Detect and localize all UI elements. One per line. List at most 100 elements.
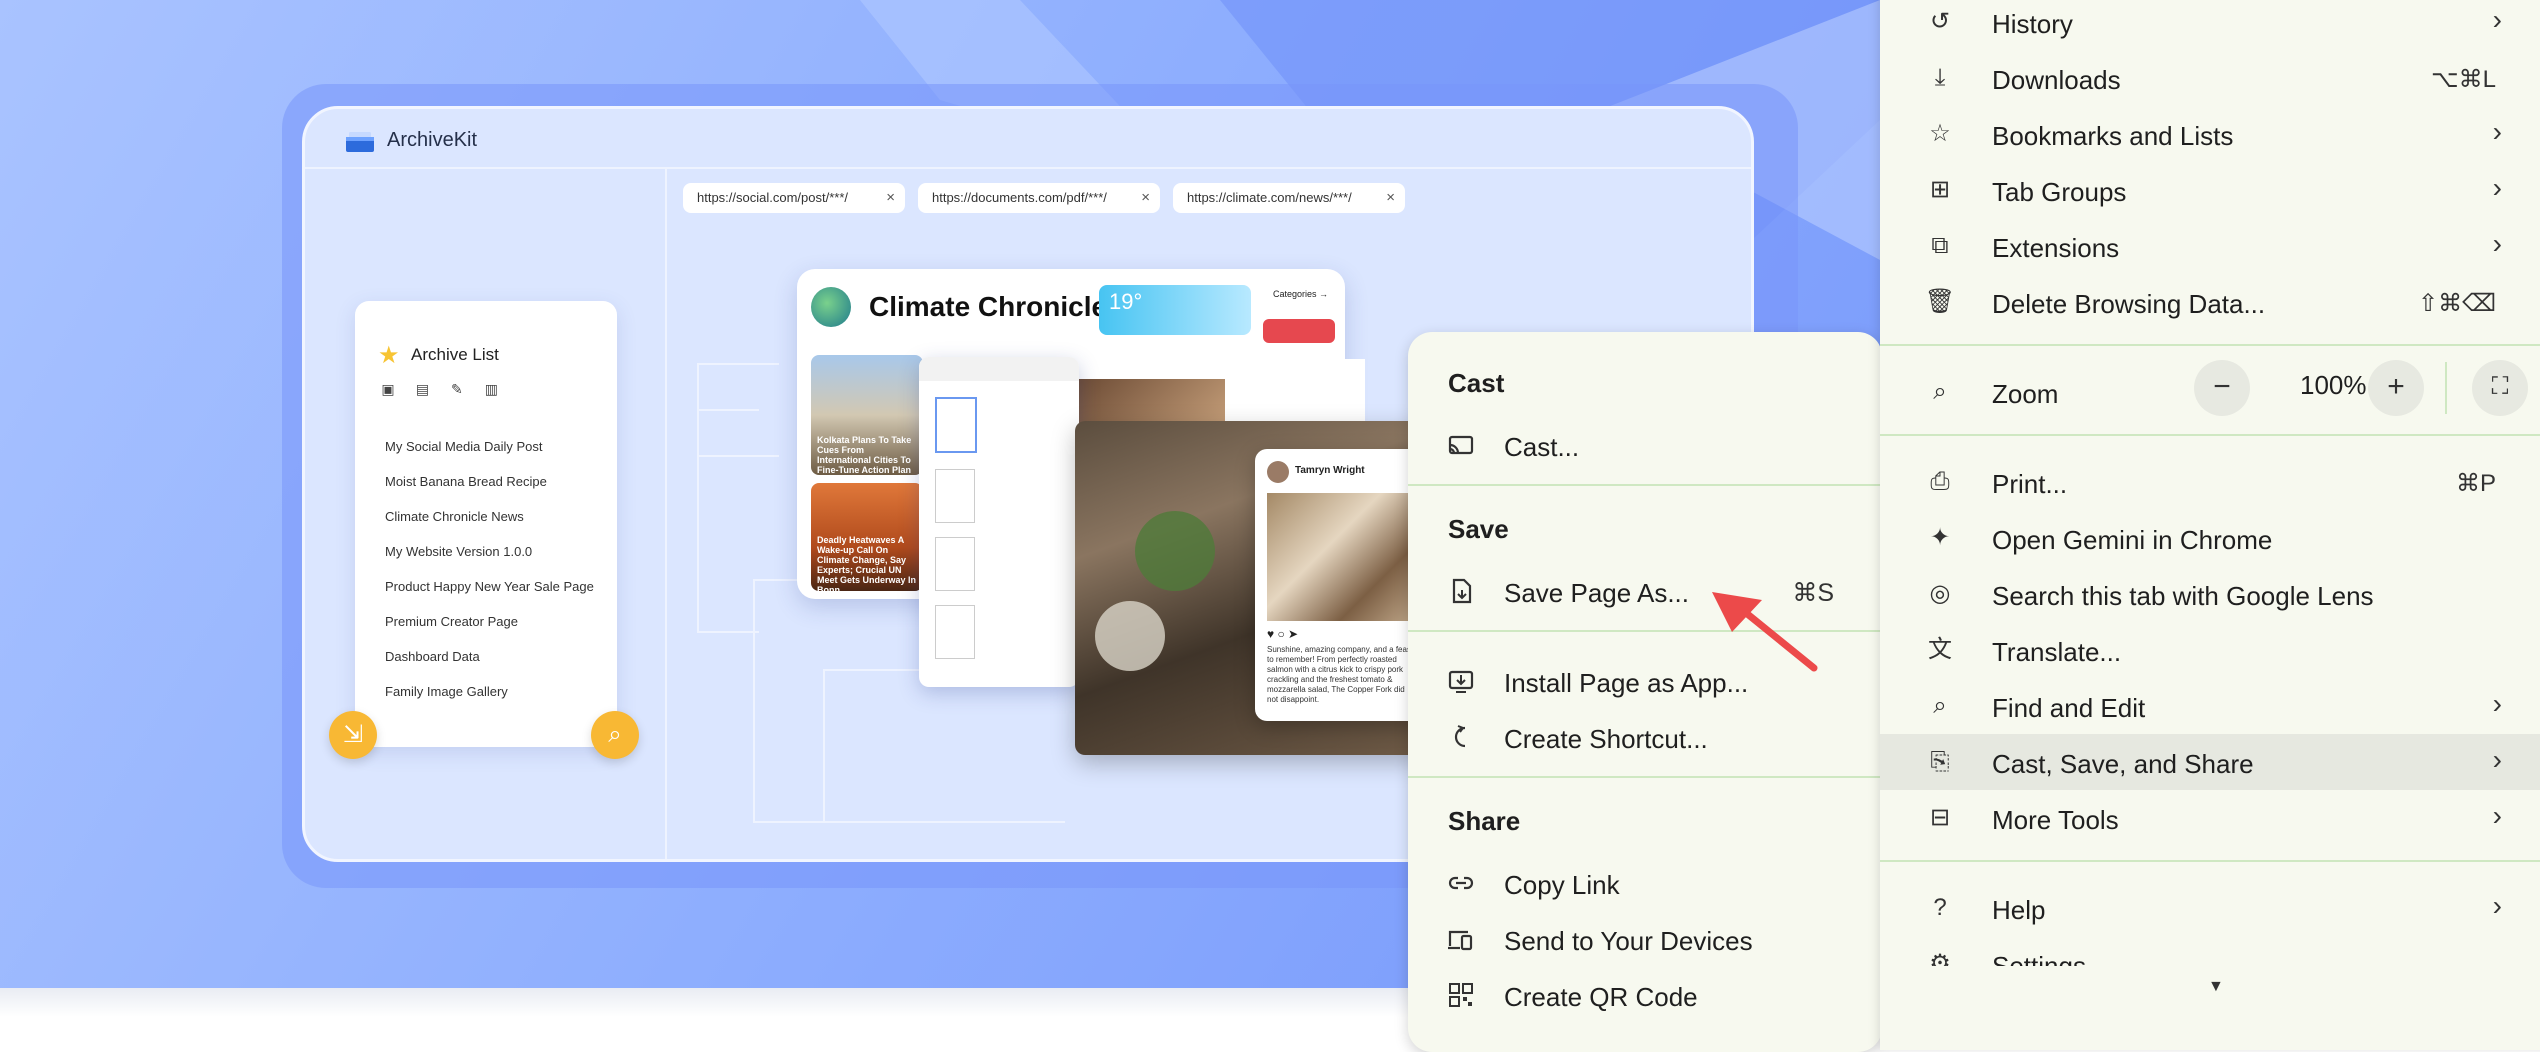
list-item[interactable]: Climate Chronicle News [385,499,594,534]
news-caption: Kolkata Plans To Take Cues From Internat… [817,435,912,485]
menu-item-more-tools[interactable]: ⊟ More Tools › [1880,790,2540,846]
create-shortcut-menu-item[interactable]: Create Shortcut... [1408,710,1882,766]
menu-item-cast-save-share[interactable]: ⎘ Cast, Save, and Share › [1880,734,2540,790]
fullscreen-icon[interactable]: ⛶ [2472,360,2528,416]
post-actions[interactable]: ♥ ○ ➤ [1267,627,1298,641]
pdf-preview [919,357,1079,687]
search-icon[interactable]: ⌕ [591,711,639,759]
list-item[interactable]: Moist Banana Bread Recipe [385,464,594,499]
pdf-thumbnail [935,537,975,591]
help-icon: ? [1933,894,1947,921]
pdf-tab [919,357,1079,381]
create-shortcut-label: Create Shortcut... [1504,724,1708,754]
list-item[interactable]: My Social Media Daily Post [385,429,594,464]
copy-link-label: Copy Link [1504,870,1620,900]
scroll-down-arrow-icon[interactable]: ▼ [2208,978,2224,996]
chevron-right-icon: › [2492,116,2502,147]
pdf-thumbnail [935,469,975,523]
translate-label: Translate... [1992,637,2122,667]
list-item[interactable]: Premium Creator Page [385,604,594,639]
divider [1408,484,1882,486]
news-caption: Deadly Heatwaves A Wake-up Call On Clima… [817,535,917,595]
menu-item-bookmarks[interactable]: ☆ Bookmarks and Lists › [1880,106,2540,162]
downloads-shortcut: ⌥⌘L [2430,66,2496,93]
post-image [1267,493,1425,621]
menu-item-downloads[interactable]: ⤓ Downloads ⌥⌘L [1880,50,2540,106]
bookmarks-label: Bookmarks and Lists [1992,121,2234,151]
url-tab[interactable]: https://social.com/post/***/ × [683,183,905,213]
app-name: ArchiveKit [387,129,478,151]
find-icon: ⌕ [1933,692,1947,719]
pdf-thumbnail [935,605,975,659]
send-to-devices-menu-item[interactable]: Send to Your Devices [1408,912,1882,968]
new-file-icon[interactable]: ▤ [413,381,431,398]
url-tab[interactable]: https://documents.com/pdf/***/ × [918,183,1160,213]
menu-item-delete-browsing-data[interactable]: 🗑 Delete Browsing Data... ⇧⌘⌫ [1880,274,2540,330]
settings-icon: ⚙ [1929,950,1951,966]
weather-temp: 19° [1109,289,1143,314]
list-item[interactable]: Product Happy New Year Sale Page [385,569,594,604]
google-lens-icon: ◎ [1929,580,1951,607]
archive-page-icon[interactable]: ⇲ [329,711,377,759]
copy-link-menu-item[interactable]: Copy Link [1408,856,1882,912]
cast-menu-item[interactable]: Cast... [1408,418,1882,474]
archive-folder-icon[interactable]: ▣ [379,381,397,398]
menu-item-translate[interactable]: 文 Translate... [1880,622,2540,678]
create-qr-label: Create QR Code [1504,982,1698,1012]
archive-list-card: ★ Archive List ▣ ▤ ✎ ▥ My Social Media D… [355,301,617,747]
promo-titlebar: ArchiveKit [305,109,1751,169]
tab-groups-label: Tab Groups [1992,177,2127,207]
connector-line [697,409,759,633]
divider [1408,776,1882,778]
zoom-out-button[interactable]: − [2194,360,2250,416]
menu-item-gemini[interactable]: ✦ Open Gemini in Chrome [1880,510,2540,566]
menu-item-history[interactable]: ↺ History › [1880,0,2540,50]
tab-groups-icon: ⊞ [1929,176,1951,203]
menu-item-find-edit[interactable]: ⌕ Find and Edit › [1880,678,2540,734]
history-label: History [1992,9,2073,39]
zoom-in-button[interactable]: + [2368,360,2424,416]
tab-url: https://documents.com/pdf/***/ [932,190,1107,205]
print-icon: ⎙ [1930,468,1950,495]
zoom-label: Zoom [1992,379,2059,409]
tab-close-icon[interactable]: × [1386,183,1395,213]
url-tab[interactable]: https://climate.com/news/***/ × [1173,183,1405,213]
pointer-arrow-annotation [1712,592,1818,672]
settings-label: Settings [1992,951,2086,966]
menu-item-extensions[interactable]: ⧉ Extensions › [1880,218,2540,274]
delete-data-label: Delete Browsing Data... [1992,289,2266,319]
trash-icon[interactable]: ▥ [482,381,500,398]
list-item[interactable]: My Website Version 1.0.0 [385,534,594,569]
print-shortcut: ⌘P [2455,470,2496,497]
tab-close-icon[interactable]: × [1141,183,1150,213]
tab-close-icon[interactable]: × [886,183,895,213]
delete-data-shortcut: ⇧⌘⌫ [2417,290,2496,317]
section-cast: Cast [1448,368,1505,398]
cast-label: Cast... [1504,432,1580,462]
list-item[interactable]: Dashboard Data [385,639,594,674]
section-share: Share [1448,806,1521,836]
link-icon [1448,876,1474,890]
send-devices-icon [1448,930,1473,951]
create-qr-code-menu-item[interactable]: Create QR Code [1408,968,1882,1024]
chevron-right-icon: › [2492,744,2502,775]
list-item[interactable]: Family Image Gallery [385,674,594,709]
star-outline-icon: ☆ [1929,120,1951,147]
extensions-icon: ⧉ [1931,232,1949,259]
archivekit-logo-icon [346,132,374,152]
downloads-label: Downloads [1992,65,2121,95]
menu-item-help[interactable]: ? Help › [1880,880,2540,936]
chevron-right-icon: › [2492,688,2502,719]
menu-item-print[interactable]: ⎙ Print... ⌘P [1880,454,2540,510]
weather-widget: 19° [1099,285,1251,335]
edit-icon[interactable]: ✎ [448,381,466,398]
chevron-right-icon: › [2492,890,2502,921]
menu-item-tab-groups[interactable]: ⊞ Tab Groups › [1880,162,2540,218]
menu-item-google-lens[interactable]: ◎ Search this tab with Google Lens [1880,566,2540,622]
avatar [1267,461,1289,483]
salad-plate [1135,511,1215,591]
zoom-icon: ⌕ [1933,378,1947,405]
zoom-level: 100% [2300,370,2367,400]
archive-list-title: ★ Archive List [378,342,499,369]
menu-item-settings[interactable]: ⚙ Settings [1880,936,2540,966]
